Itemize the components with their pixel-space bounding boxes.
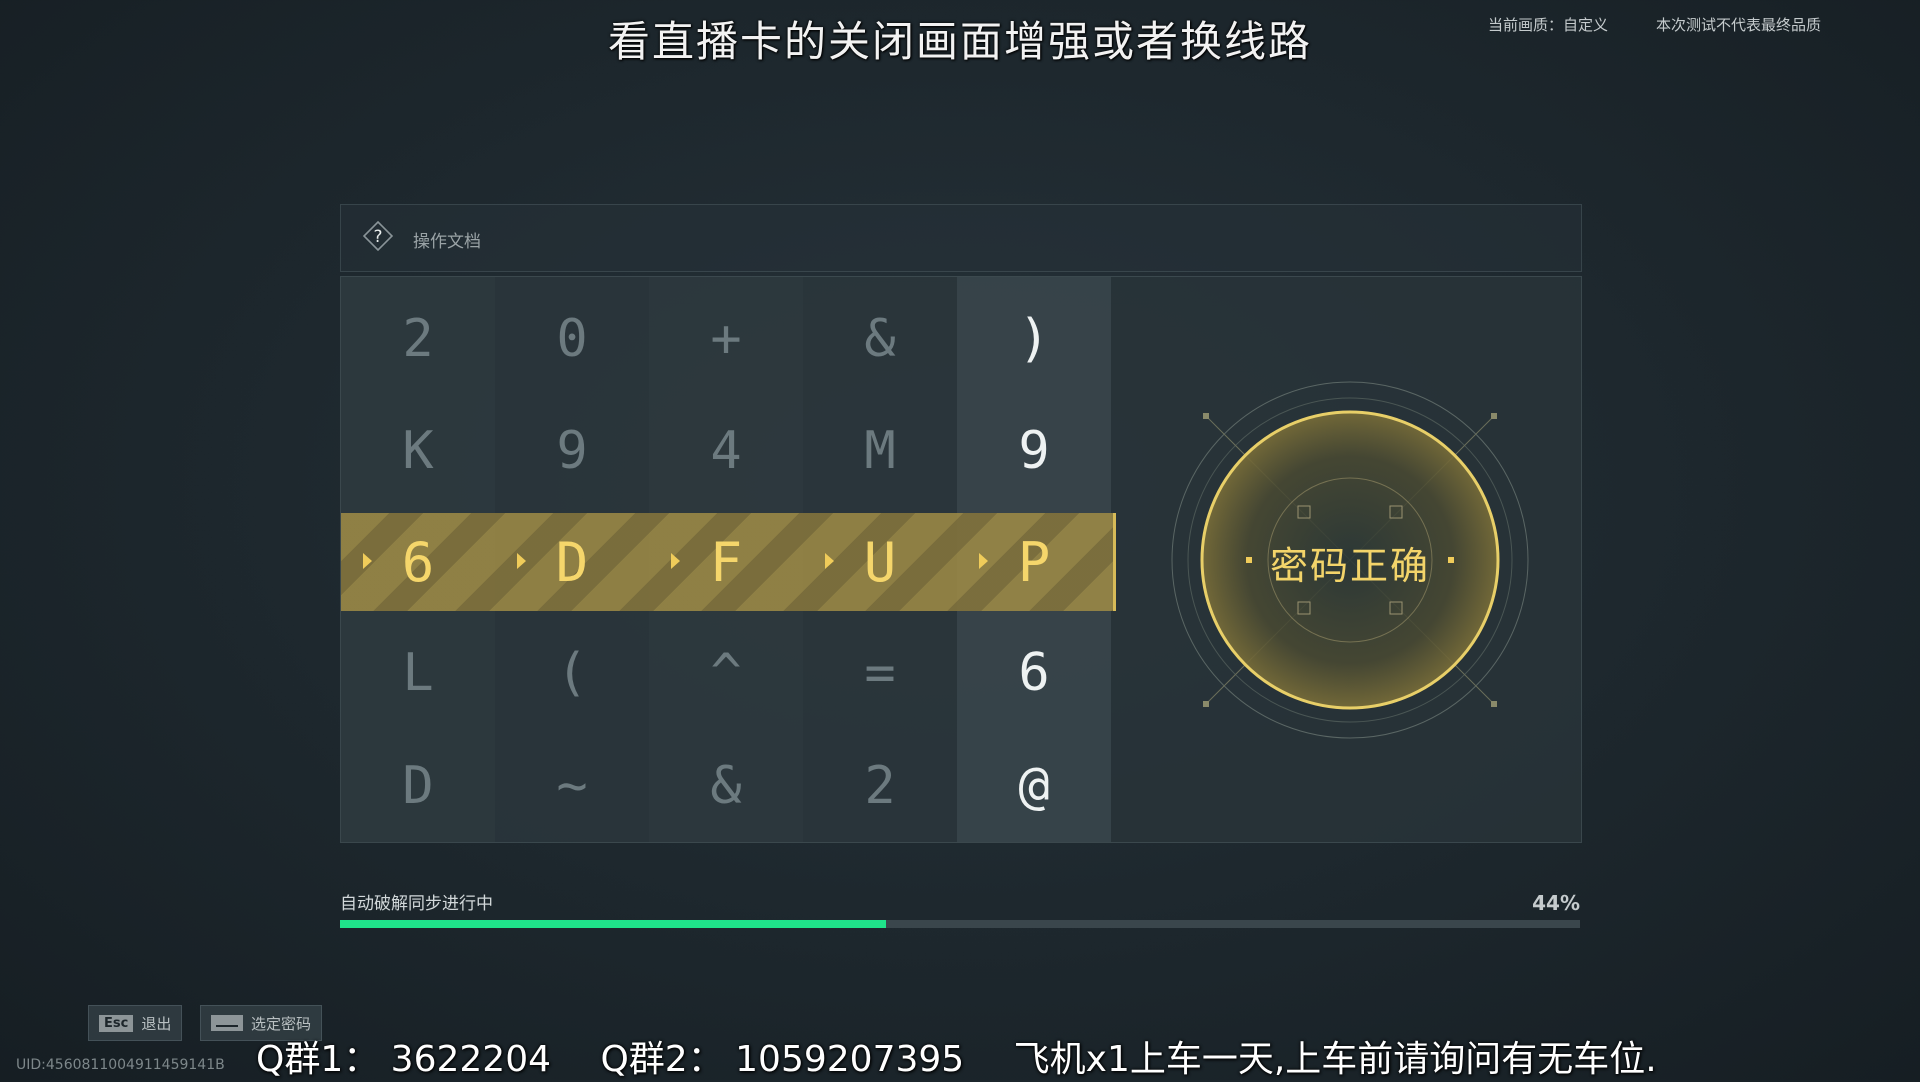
grid-cell[interactable]: &: [803, 283, 957, 395]
selected-cell-char: D: [555, 530, 589, 594]
selected-cell[interactable]: D: [495, 513, 649, 611]
grid-cell[interactable]: +: [649, 283, 803, 395]
selected-cell[interactable]: F: [649, 513, 803, 611]
grid-cell[interactable]: 9: [495, 395, 649, 507]
bottom-note: 飞机x1上车一天,上车前请询问有无车位.: [1013, 1039, 1657, 1080]
grid-cell[interactable]: ): [957, 283, 1111, 395]
panel-header: ? 操作文档: [340, 204, 1582, 272]
svg-text:?: ?: [373, 227, 382, 247]
arrow-right-icon: [363, 553, 372, 569]
grid-cell[interactable]: M: [803, 395, 957, 507]
qq-group-2: Q群2： 1059207395: [600, 1039, 965, 1080]
question-diamond-icon[interactable]: ?: [363, 221, 393, 251]
stream-overlay-top-banner: 看直播卡的关闭画面增强或者换线路: [607, 17, 1312, 66]
progress-bar-fill: [340, 920, 886, 928]
grid-cell[interactable]: L: [341, 617, 495, 729]
selected-password-row[interactable]: 6 D F U P: [341, 513, 1116, 611]
grid-cell[interactable]: ~: [495, 730, 649, 842]
grid-cell[interactable]: 2: [803, 730, 957, 842]
grid-cell[interactable]: 9: [957, 395, 1111, 507]
arrow-right-icon: [979, 553, 988, 569]
grid-cell[interactable]: @: [957, 730, 1111, 842]
selected-cell-char: F: [709, 530, 743, 594]
operation-doc-link[interactable]: 操作文档: [413, 227, 481, 252]
selected-cell-char: 6: [401, 530, 435, 594]
grid-cell[interactable]: D: [341, 730, 495, 842]
arrow-right-icon: [671, 553, 680, 569]
grid-cell[interactable]: =: [803, 617, 957, 729]
selected-cell[interactable]: 6: [341, 513, 495, 611]
arrow-right-icon: [517, 553, 526, 569]
esc-key-icon: Esc: [99, 1014, 134, 1032]
progress-bar: [340, 920, 1580, 928]
exit-label: 退出: [141, 1014, 172, 1033]
stream-overlay-bottom-banner: Q群1： 3622204 Q群2： 1059207395 飞机x1上车一天,上车…: [256, 1030, 1695, 1082]
selected-cell-char: P: [1017, 530, 1051, 594]
test-notice: 本次测试不代表最终品质: [1656, 16, 1822, 34]
arrow-right-icon: [825, 553, 834, 569]
selected-cell-char: U: [863, 530, 897, 594]
progress-percent: 44%: [1532, 891, 1580, 915]
grid-cell[interactable]: 6: [957, 617, 1111, 729]
uid-label: UID:4560811004911459141B: [16, 1057, 225, 1073]
grid-cell[interactable]: 0: [495, 283, 649, 395]
password-correct-status: 密码正确: [1269, 544, 1430, 588]
selected-cell[interactable]: U: [803, 513, 957, 611]
grid-cell[interactable]: &: [649, 730, 803, 842]
grid-cell[interactable]: (: [495, 617, 649, 729]
grid-cell[interactable]: ^: [649, 617, 803, 729]
spacebar-icon: [211, 1015, 243, 1031]
grid-cell[interactable]: 4: [649, 395, 803, 507]
auto-crack-label: 自动破解同步进行中: [340, 894, 493, 914]
grid-cell[interactable]: K: [341, 395, 495, 507]
quality-label: 当前画质：自定义: [1488, 16, 1609, 34]
exit-hint[interactable]: Esc 退出: [88, 1005, 183, 1041]
selected-cell[interactable]: P: [957, 513, 1111, 611]
grid-cell[interactable]: 2: [341, 283, 495, 395]
qq-group-1: Q群1： 3622204: [256, 1039, 552, 1080]
